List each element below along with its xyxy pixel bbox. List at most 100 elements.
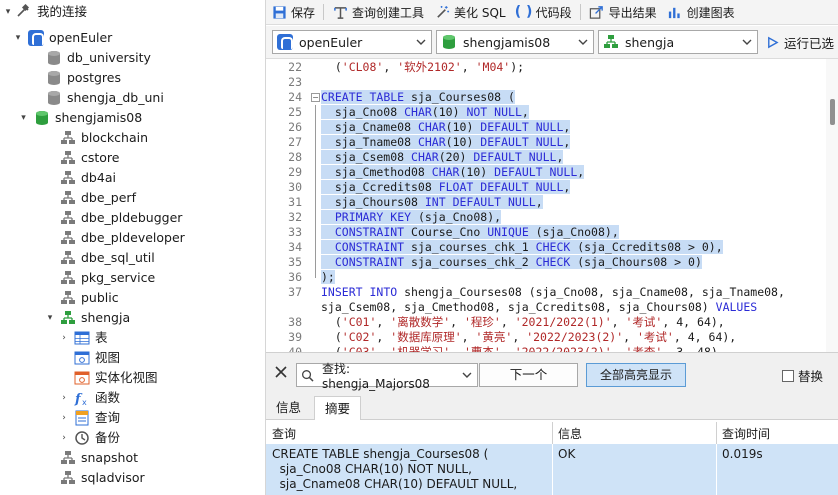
collapse-arrow-icon[interactable]: ▾ [2,2,14,22]
toolbar-divider [323,4,325,20]
chevron-down-icon[interactable] [461,369,473,381]
sql-editor[interactable]: 22 23 24 25 26 27 28 29 30 31 32 33 34 35 36 37 38 39 40− … [266,58,838,352]
code-line[interactable]: sja_Cno08 CHAR(10) NOT NULL, [321,105,529,120]
schema-label: cstore [81,150,120,165]
column-divider [552,444,553,495]
tree-node-queries[interactable]: › 查询 [58,408,120,428]
code-line[interactable]: CONSTRAINT sja_courses_chk_1 CHECK (sja_… [321,240,723,255]
column-header-info[interactable]: 信息 [552,424,582,444]
active-schema-label: shengja [81,310,131,325]
schema-icon [60,290,76,306]
active-db-label: shengjamis08 [55,110,143,125]
table-row[interactable]: CREATE TABLE shengja_Courses08 ( sja_Cno… [266,444,838,495]
schema-label: dbe_pldeveloper [81,230,185,245]
code-line[interactable]: INSERT INTO shengja_Courses08 (sja_Cno08… [321,285,785,300]
tree-schema-item[interactable]: pkg_service [44,268,155,288]
code-line[interactable]: ('C02', '数据库原理', '黄亮', '2022/2023(2)', '… [321,330,736,345]
tree-schema-item[interactable]: dbe_perf [44,188,136,208]
checkbox-box[interactable] [782,369,794,382]
code-line[interactable]: PRIMARY KEY (sja_Cno08), [321,210,502,225]
code-line[interactable]: ('CL08', '软外2102', 'M04'); [321,60,524,75]
tree-node-backups[interactable]: › 备份 [58,428,120,448]
create-chart-button[interactable]: 创建图表 [662,0,740,24]
tree-connection-openeuler[interactable]: ▾ openEuler [12,28,112,48]
replace-checkbox[interactable]: 替换 [782,366,823,385]
scrollbar-thumb[interactable] [830,99,835,125]
code-snippet-button[interactable]: ( ) 代码段 [511,0,577,24]
query-builder-icon [332,4,348,20]
database-icon [46,50,62,66]
tree-schema-item[interactable]: sqladvisor [44,468,145,488]
tab-summary[interactable]: 摘要 [314,396,362,420]
tree-schema-item[interactable]: dbe_sql_util [44,248,155,268]
tree-root-label: 我的连接 [37,4,88,19]
close-icon[interactable] [274,365,288,379]
tree-schema-item[interactable]: dbe_pldeveloper [44,228,185,248]
column-header-query[interactable]: 查询 [266,424,296,444]
schema-select[interactable]: shengja [598,30,758,54]
backup-icon [74,430,90,446]
code-line[interactable]: ('C03', '机器学习', '曹杰', '2022/2023(2)', '考… [321,345,725,352]
expand-arrow-icon[interactable]: › [58,428,70,448]
code-line[interactable]: sja_Ccredits08 FLOAT DEFAULT NULL, [321,180,571,195]
save-button[interactable]: 保存 [266,0,320,24]
connection-tree[interactable]: ▾ 我的连接 ▾ openEuler db_university postgre… [0,0,266,495]
query-builder-button[interactable]: 查询创建工具 [327,0,429,24]
find-input[interactable]: 查找: shengja_Majors08 [296,362,478,391]
tree-schema-item[interactable]: public [44,288,119,308]
collapse-arrow-icon[interactable]: ▾ [17,108,30,128]
tree-node-tables[interactable]: › 表 [58,328,107,348]
tree-schema-item[interactable]: snapshot [44,448,138,468]
tree-node-functions[interactable]: › fx 函数 [58,388,120,408]
tree-node-materialized-views[interactable]: 实体化视图 [58,368,158,388]
tree-schema-item[interactable]: dbe_pldebugger [44,208,182,228]
tree-db-active[interactable]: ▾ shengjamis08 [21,108,143,128]
tree-root-my-connections[interactable]: ▾ 我的连接 [2,2,87,22]
code-line[interactable]: sja_Csem08 CHAR(20) DEFAULT NULL, [321,150,564,165]
line-number: 28 [288,150,302,164]
schema-active-icon [60,310,76,326]
line-number: 23 [288,75,302,89]
tree-schema-item[interactable]: db4ai [44,168,116,188]
tree-db-item[interactable]: shengja_db_uni [30,88,164,108]
code-line[interactable]: sja_Cname08 CHAR(10) DEFAULT NULL, [321,120,571,135]
connection-select[interactable]: openEuler [272,30,432,54]
tab-info[interactable]: 信息 [266,396,311,420]
run-selected-button[interactable]: 运行已选 [766,30,834,54]
expand-arrow-icon[interactable]: › [58,388,70,408]
code-line[interactable]: sja_Tname08 CHAR(10) DEFAULT NULL, [321,135,571,150]
collapse-arrow-icon[interactable]: ▾ [12,28,24,48]
database-select[interactable]: shengjamis08 [436,30,594,54]
svg-text:x: x [82,398,87,406]
results-grid: 查询 信息 查询时间 CREATE TABLE shengja_Courses0… [266,420,838,495]
vertical-scrollbar[interactable] [826,59,838,352]
tree-schema-active[interactable]: ▾ shengja [44,308,130,328]
export-results-button[interactable]: 导出结果 [584,0,662,24]
schema-label: snapshot [81,450,139,465]
snippet-label: 代码段 [535,5,572,20]
collapse-arrow-icon[interactable]: ▾ [44,308,56,328]
expand-arrow-icon[interactable]: › [58,328,70,348]
tree-schema-item[interactable]: blockchain [44,128,148,148]
expand-arrow-icon[interactable]: › [58,408,70,428]
code-line[interactable]: sja_Chours08 INT DEFAULT NULL, [321,195,543,210]
code-line[interactable]: CREATE TABLE sja_Courses08 ( [321,90,515,105]
fold-toggle-icon[interactable]: − [311,93,320,102]
code-line[interactable]: CONSTRAINT sja_courses_chk_2 CHECK (sja_… [321,255,702,270]
chevron-down-icon [578,39,588,45]
beautify-sql-button[interactable]: 美化 SQL [429,0,511,24]
highlight-all-button[interactable]: 全部高亮显示 [586,363,686,387]
column-header-time[interactable]: 查询时间 [716,424,770,444]
tree-db-item[interactable]: postgres [30,68,121,88]
code-line[interactable]: ('C01', '离散数学', '程珍', '2021/2022(1)', '考… [321,315,725,330]
find-next-button[interactable]: 下一个 [479,363,578,387]
chart-icon [667,4,683,20]
braces-icon: ( ) [514,4,533,20]
tree-db-item[interactable]: db_university [30,48,151,68]
code-line[interactable]: CONSTRAINT Course_Cno UNIQUE (sja_Cno08)… [321,225,619,240]
code-line[interactable]: sja_Csem08, sja_Cmethod08, sja_Ccredits0… [321,300,757,315]
code-line[interactable]: ); [321,270,335,285]
tree-node-views[interactable]: 视图 [58,348,120,368]
tree-schema-item[interactable]: cstore [44,148,120,168]
code-line[interactable]: sja_Cmethod08 CHAR(10) DEFAULT NULL, [321,165,585,180]
